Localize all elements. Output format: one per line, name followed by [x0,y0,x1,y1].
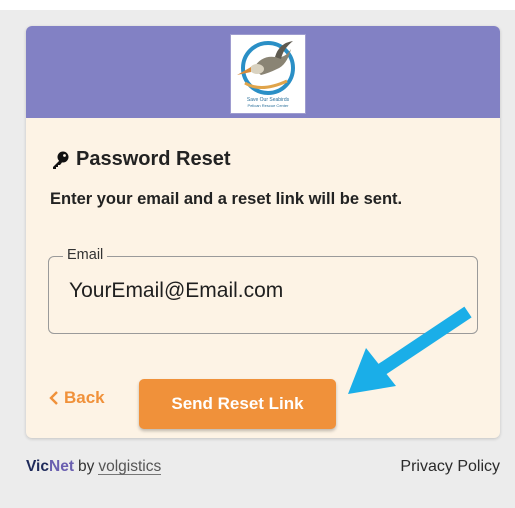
card-header: Save Our Seabirds Pelican Rescue Center [26,26,500,118]
top-strip [0,0,515,10]
page-title: Password Reset [76,148,231,170]
email-input[interactable] [69,279,459,303]
back-button[interactable]: Back [48,388,105,408]
key-icon [50,150,70,170]
brand-by: by [77,458,95,475]
title-row: Password Reset [50,148,231,171]
brand-vic: Vic [26,458,49,475]
password-reset-card: Save Our Seabirds Pelican Rescue Center … [26,26,500,438]
send-reset-link-label: Send Reset Link [171,394,304,413]
email-field[interactable]: Email [48,247,478,334]
brand-volgistics: volgistics [98,458,162,475]
logo-text-line2: Pelican Rescue Center [247,103,289,108]
footer-brand: Vic Net by volgistics [26,458,162,476]
organization-logo: Save Our Seabirds Pelican Rescue Center [230,34,306,114]
brand-net: Net [49,458,74,475]
send-reset-link-button[interactable]: Send Reset Link [139,379,336,429]
email-field-label: Email [63,247,108,263]
back-button-label: Back [64,388,105,407]
privacy-policy-link[interactable]: Privacy Policy [400,458,500,476]
instruction-text: Enter your email and a reset link will b… [50,190,403,208]
chevron-left-icon [49,391,58,405]
